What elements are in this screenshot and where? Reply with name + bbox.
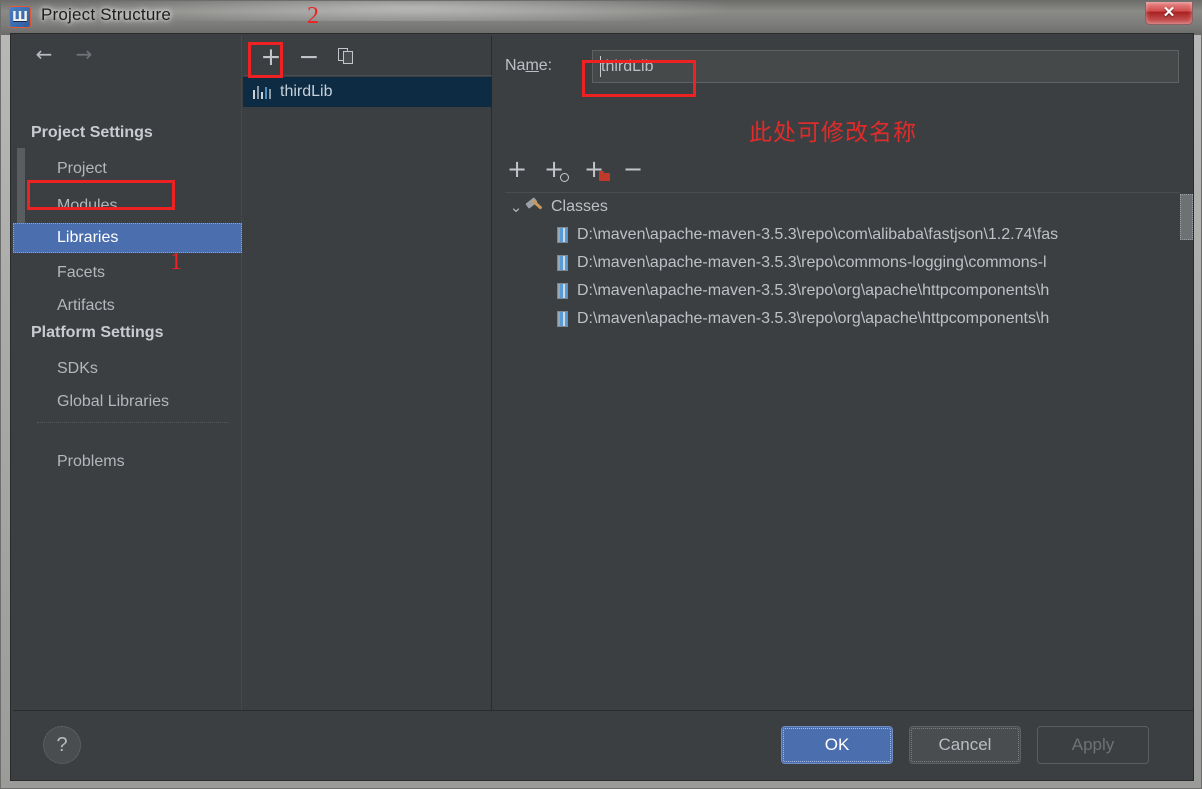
tree-node-label: Classes [551,198,608,215]
tree-vertical-scrollbar-track[interactable] [1180,192,1193,724]
library-list-toolbar: + − [243,36,492,76]
text-caret [600,56,601,77]
app-icon-glyph: Ш [11,9,29,25]
jar-icon [557,255,568,271]
remove-root-button[interactable]: − [621,154,645,184]
jar-icon [557,283,568,299]
sidebar-item-libraries[interactable]: Libraries [13,223,242,253]
jar-path: D:\maven\apache-maven-3.5.3\repo\org\apa… [577,282,1050,299]
ok-button[interactable]: OK [781,726,893,764]
dialog-content: ← → Project Settings Platform Settings P… [11,34,1195,731]
jar-path: D:\maven\apache-maven-3.5.3\repo\commons… [577,254,1047,271]
close-button[interactable]: ✕ [1145,2,1193,25]
tree-vertical-scrollbar-thumb[interactable] [1180,194,1193,240]
tree-node-jar[interactable]: D:\maven\apache-maven-3.5.3\repo\commons… [505,249,1181,277]
name-label: Name: [505,57,553,74]
sidebar-item-project[interactable]: Project [13,154,242,184]
hammer-icon [525,197,545,216]
add-jar-directory-button[interactable]: + [579,154,610,184]
project-structure-dialog: ← → Project Settings Platform Settings P… [10,33,1194,781]
add-module-root-button[interactable]: + [539,154,569,184]
copy-icon [338,48,354,64]
remove-library-button[interactable]: − [296,44,322,69]
os-window: Ш Project Structure ✕ ← → Project Settin… [0,0,1202,789]
library-detail-panel: Name: + + + − [493,36,1193,731]
library-roots-tree: ⌄ Classes D:\maven\apache-maven-3.5.3\re… [505,192,1181,724]
chevron-down-icon[interactable]: ⌄ [507,198,525,216]
forward-arrow-icon[interactable]: → [71,44,97,64]
sidebar-item-artifacts[interactable]: Artifacts [13,291,242,321]
sidebar-item-facets[interactable]: Facets [13,258,242,288]
folder-badge-icon [599,170,610,181]
intellij-idea-icon: Ш [9,6,31,28]
copy-library-button[interactable] [333,44,359,68]
tree-node-jar[interactable]: D:\maven\apache-maven-3.5.3\repo\org\apa… [505,277,1181,305]
sidebar-group-project-settings: Project Settings [31,124,153,141]
sidebar-item-modules[interactable]: Modules [13,191,242,221]
sidebar-item-problems[interactable]: Problems [13,447,242,477]
back-arrow-icon[interactable]: ← [31,44,57,64]
window-title: Project Structure [41,5,172,24]
sidebar-divider [37,422,229,423]
name-input[interactable] [592,50,1179,83]
apply-button: Apply [1037,726,1149,764]
add-root-button[interactable]: + [505,154,529,184]
jar-path: D:\maven\apache-maven-3.5.3\repo\org\apa… [577,310,1050,327]
library-icon [253,85,272,99]
window-titlebar: Ш Project Structure ✕ [1,1,1202,35]
library-list-panel: + − thirdLib [243,36,492,710]
tree-node-jar[interactable]: D:\maven\apache-maven-3.5.3\repo\com\ali… [505,221,1181,249]
jar-icon [557,227,568,243]
close-icon: ✕ [1162,4,1176,21]
globe-badge-icon [560,173,569,182]
cancel-button[interactable]: Cancel [909,726,1021,764]
jar-icon [557,311,568,327]
tree-node-classes[interactable]: ⌄ Classes [505,193,1181,221]
sidebar-group-platform-settings: Platform Settings [31,324,164,341]
sidebar-item-global-libraries[interactable]: Global Libraries [13,387,242,417]
sidebar: ← → Project Settings Platform Settings P… [13,36,242,712]
jar-path: D:\maven\apache-maven-3.5.3\repo\com\ali… [577,226,1059,243]
help-button[interactable]: ? [43,726,81,764]
name-row: Name: [505,50,1181,84]
add-library-button[interactable]: + [258,44,284,69]
dialog-button-bar: ? OK Cancel Apply [13,710,1193,778]
sidebar-item-sdks[interactable]: SDKs [13,354,242,384]
library-name: thirdLib [280,83,333,100]
library-roots-toolbar: + + + − [505,154,1181,188]
titlebar-glare [91,1,731,21]
library-list: thirdLib [243,77,492,107]
sidebar-navigation: ← → [13,36,242,72]
tree-node-jar[interactable]: D:\maven\apache-maven-3.5.3\repo\org\apa… [505,305,1181,333]
list-item[interactable]: thirdLib [243,77,492,107]
